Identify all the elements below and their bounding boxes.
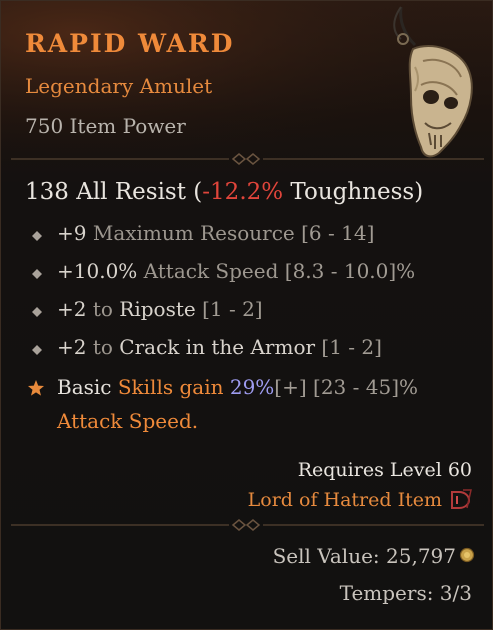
affix-text: +10.0% Attack Speed [8.3 - 10.0]% bbox=[57, 259, 415, 283]
affix-row: +2 to Riposte [1 - 2] bbox=[25, 293, 475, 331]
item-tooltip: RAPID WARD Legendary Amulet 750 Item Pow… bbox=[0, 0, 493, 630]
affix-skill: Crack in the Armor bbox=[119, 335, 316, 359]
affix-range: [8.3 - 10.0]% bbox=[284, 259, 416, 283]
affix-row: +10.0% Attack Speed [8.3 - 10.0]% bbox=[25, 255, 475, 293]
skull-amulet-icon bbox=[393, 6, 473, 158]
tempers-count: Tempers: 3/3 bbox=[339, 581, 472, 605]
toughness-delta: -12.2% bbox=[202, 179, 284, 205]
affix-row: +2 to Crack in the Armor [1 - 2] bbox=[25, 331, 475, 369]
diamond-bullet-icon bbox=[32, 345, 42, 355]
affix-value: +2 bbox=[57, 335, 87, 359]
expansion-label: Lord of Hatred Item bbox=[247, 489, 442, 511]
aspect-range: [23 - 45]% bbox=[306, 375, 419, 399]
affix-range: [6 - 14] bbox=[301, 221, 375, 245]
affix-to: to bbox=[86, 297, 120, 321]
affix-range: [1 - 2] bbox=[315, 335, 382, 359]
affix-list: +9 Maximum Resource [6 - 14] +10.0% Atta… bbox=[25, 217, 475, 369]
all-resist-stat: 138 All Resist (-12.2% Toughness) bbox=[25, 179, 423, 205]
toughness-open: ( bbox=[185, 179, 203, 205]
item-type: Legendary Amulet bbox=[25, 74, 213, 98]
affix-value: +2 bbox=[57, 297, 87, 321]
diamond-bullet-icon bbox=[32, 269, 42, 279]
all-resist-value: 138 All Resist bbox=[25, 179, 186, 205]
affix-text: +2 to Riposte [1 - 2] bbox=[57, 297, 263, 321]
affix-label: Attack Speed bbox=[137, 259, 285, 283]
affix-to: to bbox=[86, 335, 120, 359]
aspect-bracket: [+] bbox=[274, 375, 307, 399]
affix-label: Maximum Resource bbox=[86, 221, 302, 245]
affix-value: +9 bbox=[57, 221, 87, 245]
aspect-line-2: Attack Speed. bbox=[57, 409, 199, 433]
affix-skill: Riposte bbox=[119, 297, 196, 321]
star-icon bbox=[28, 380, 44, 396]
aspect-line-1: Basic Skills gain 29%[+] [23 - 45]% bbox=[57, 375, 418, 399]
aspect-prefix: Basic bbox=[57, 375, 118, 399]
affix-value: +10.0% bbox=[57, 259, 138, 283]
diamond-bullet-icon bbox=[32, 231, 42, 241]
level-requirement: Requires Level 60 bbox=[297, 459, 472, 481]
affix-range: [1 - 2] bbox=[195, 297, 263, 321]
item-power: 750 Item Power bbox=[25, 114, 186, 138]
aspect-skills-gain: Skills gain bbox=[117, 375, 224, 399]
sell-value: Sell Value: 25,797 bbox=[272, 544, 456, 568]
affix-row: +9 Maximum Resource [6 - 14] bbox=[25, 217, 475, 255]
affix-text: +9 Maximum Resource [6 - 14] bbox=[57, 221, 374, 245]
affix-text: +2 to Crack in the Armor [1 - 2] bbox=[57, 335, 382, 359]
item-name: RAPID WARD bbox=[25, 29, 235, 58]
aspect-percent: 29% bbox=[223, 375, 275, 399]
diamond-bullet-icon bbox=[32, 307, 42, 317]
gold-coin-icon bbox=[459, 547, 475, 563]
footer-divider bbox=[11, 519, 484, 531]
lord-of-hatred-icon bbox=[451, 489, 472, 509]
header-divider bbox=[11, 153, 484, 165]
toughness-label: Toughness) bbox=[283, 179, 424, 205]
